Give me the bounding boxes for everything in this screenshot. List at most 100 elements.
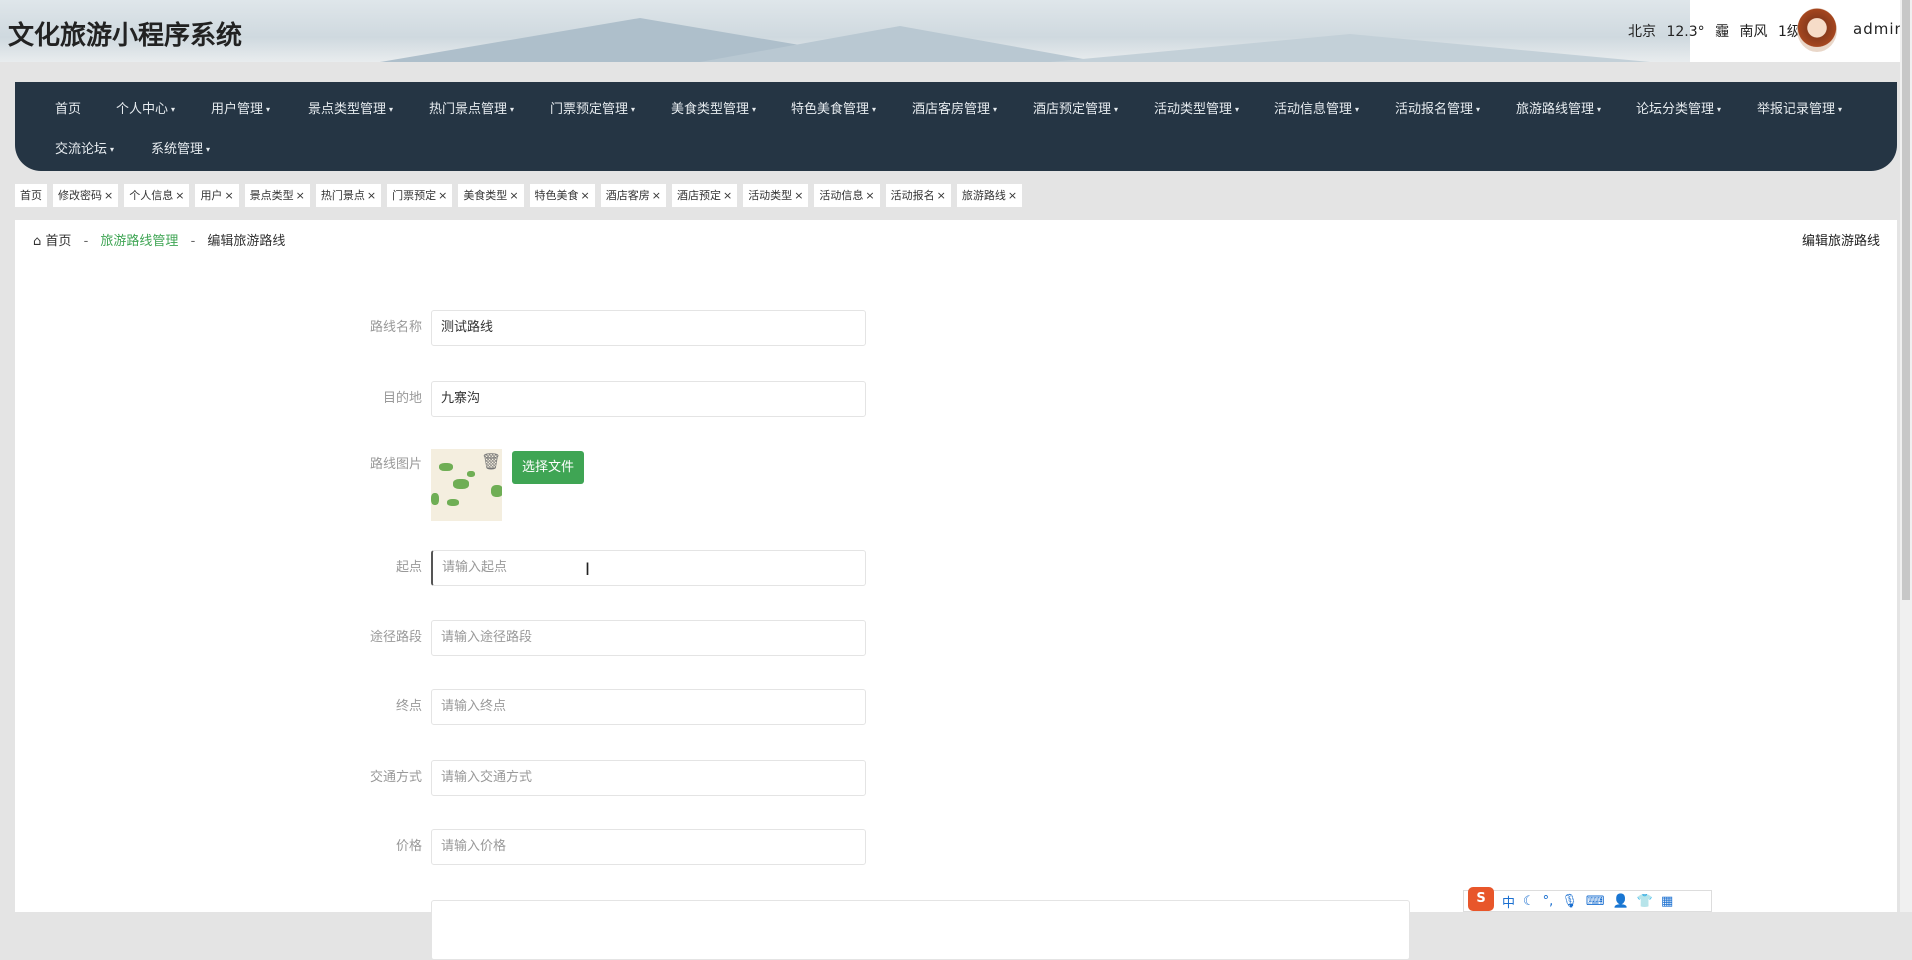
trash-icon[interactable]: 🗑 bbox=[481, 452, 501, 471]
tag-label: 活动信息 bbox=[819, 189, 864, 202]
scrollbar[interactable] bbox=[1900, 0, 1912, 912]
tab-tag[interactable]: 门票预定 × bbox=[387, 184, 453, 207]
apps-icon[interactable]: ▦ bbox=[1661, 894, 1673, 909]
nav-item[interactable]: 论坛分类管理 ▾ bbox=[1636, 98, 1721, 117]
app-title: 文化旅游小程序系统 bbox=[8, 21, 243, 51]
tag-label: 景点类型 bbox=[249, 189, 294, 202]
tab-tag[interactable]: 酒店预定 × bbox=[671, 184, 738, 207]
start-input[interactable]: 请输入起点 bbox=[431, 550, 866, 586]
nav-item-label: 特色美食管理 bbox=[791, 102, 870, 117]
nav-item[interactable]: 活动信息管理 ▾ bbox=[1274, 98, 1359, 117]
caret-down-icon: ▾ bbox=[171, 105, 176, 114]
tab-tag[interactable]: 活动类型 × bbox=[743, 184, 809, 207]
price-label: 价格 bbox=[395, 839, 422, 854]
nav-item[interactable]: 系统管理 ▾ bbox=[151, 138, 210, 157]
scrollbar-thumb[interactable] bbox=[1902, 0, 1910, 600]
weather-temp: 12.3° bbox=[1666, 24, 1705, 40]
nav-item[interactable]: 用户管理 ▾ bbox=[211, 98, 270, 117]
caret-down-icon: ▾ bbox=[1838, 105, 1843, 114]
close-icon[interactable]: × bbox=[865, 189, 874, 202]
nav-item-label: 用户管理 bbox=[211, 102, 264, 117]
tab-tag[interactable]: 特色美食 × bbox=[529, 184, 595, 207]
close-icon[interactable]: × bbox=[509, 189, 518, 202]
nav-item[interactable]: 举报记录管理 ▾ bbox=[1757, 98, 1842, 117]
tag-label: 热门景点 bbox=[320, 189, 365, 202]
nav-item-label: 酒店预定管理 bbox=[1033, 102, 1112, 117]
nav-item-label: 活动报名管理 bbox=[1395, 102, 1474, 117]
tag-label: 酒店预定 bbox=[676, 189, 721, 202]
nav-item[interactable]: 门票预定管理 ▾ bbox=[550, 98, 635, 117]
tab-tag[interactable]: 个人信息 × bbox=[124, 184, 190, 207]
microphone-icon[interactable]: 🎙 bbox=[1561, 894, 1578, 909]
tab-tag[interactable]: 美食类型 × bbox=[458, 184, 524, 207]
close-icon[interactable]: × bbox=[367, 189, 376, 202]
nav-item[interactable]: 活动报名管理 ▾ bbox=[1395, 98, 1480, 117]
nav-item[interactable]: 美食类型管理 ▾ bbox=[671, 98, 756, 117]
image-label: 路线图片 bbox=[369, 457, 422, 472]
close-icon[interactable]: × bbox=[581, 189, 590, 202]
tab-tag[interactable]: 首页 bbox=[15, 184, 47, 207]
weather-wind: 南风 bbox=[1739, 24, 1768, 40]
user-menu[interactable]: admin bbox=[1853, 20, 1900, 38]
price-input[interactable]: 请输入价格 bbox=[431, 829, 866, 865]
ime-logo-icon: S bbox=[1468, 887, 1494, 911]
breadcrumb-sep: - bbox=[190, 234, 196, 249]
tag-label: 活动报名 bbox=[890, 189, 935, 202]
tab-tag[interactable]: 酒店客房 × bbox=[600, 184, 666, 207]
close-icon[interactable]: × bbox=[652, 189, 661, 202]
caret-down-icon: ▾ bbox=[206, 145, 211, 154]
name-label: 路线名称 bbox=[369, 320, 422, 335]
keyboard-icon[interactable]: ⌨ bbox=[1586, 894, 1605, 909]
moon-icon[interactable]: ☾ bbox=[1523, 894, 1535, 909]
destination-input[interactable]: 九寨沟 bbox=[431, 381, 866, 417]
destination-label: 目的地 bbox=[382, 391, 422, 406]
close-icon[interactable]: × bbox=[794, 189, 803, 202]
ime-toolbar: S 中 ☾ °, 🎙 ⌨ 👤 👕 ▦ bbox=[1463, 887, 1712, 912]
tab-tag[interactable]: 热门景点 × bbox=[315, 184, 382, 207]
nav-item[interactable]: 景点类型管理 ▾ bbox=[308, 98, 393, 117]
nav-item[interactable]: 活动类型管理 ▾ bbox=[1154, 98, 1239, 117]
start-label: 起点 bbox=[395, 560, 422, 575]
end-input[interactable]: 请输入终点 bbox=[431, 689, 866, 725]
route-name-input[interactable]: 测试路线 bbox=[431, 310, 866, 346]
tab-tag[interactable]: 用户 × bbox=[195, 184, 239, 207]
nav-item[interactable]: 个人中心 ▾ bbox=[116, 98, 175, 117]
close-icon[interactable]: × bbox=[438, 189, 447, 202]
caret-down-icon: ▾ bbox=[389, 105, 394, 114]
avatar[interactable] bbox=[1797, 8, 1837, 52]
nav-item[interactable]: 首页 bbox=[55, 98, 81, 117]
close-icon[interactable]: × bbox=[1008, 189, 1017, 202]
close-icon[interactable]: × bbox=[937, 189, 946, 202]
close-icon[interactable]: × bbox=[175, 189, 184, 202]
nav-item[interactable]: 旅游路线管理 ▾ bbox=[1516, 98, 1601, 117]
tag-label: 修改密码 bbox=[58, 189, 102, 202]
nav-item[interactable]: 酒店客房管理 ▾ bbox=[912, 98, 997, 117]
tab-tag[interactable]: 活动报名 × bbox=[885, 184, 951, 207]
via-input[interactable]: 请输入途径路段 bbox=[431, 620, 866, 656]
caret-down-icon: ▾ bbox=[1235, 105, 1240, 114]
close-icon[interactable]: × bbox=[224, 189, 233, 202]
close-icon[interactable]: × bbox=[296, 189, 305, 202]
punctuation-icon[interactable]: °, bbox=[1543, 894, 1554, 909]
nav-item-label: 景点类型管理 bbox=[308, 102, 387, 117]
breadcrumb-home[interactable]: 首页 bbox=[45, 234, 71, 249]
breadcrumb-section[interactable]: 旅游路线管理 bbox=[100, 234, 178, 249]
tab-tag[interactable]: 修改密码 × bbox=[53, 184, 119, 207]
rich-text-editor[interactable] bbox=[431, 900, 1410, 960]
nav-item[interactable]: 特色美食管理 ▾ bbox=[791, 98, 876, 117]
skin-icon[interactable]: 👕 bbox=[1637, 894, 1653, 909]
nav-item-label: 系统管理 bbox=[151, 142, 204, 157]
close-icon[interactable]: × bbox=[104, 189, 113, 202]
caret-down-icon: ▾ bbox=[1476, 105, 1481, 114]
nav-item[interactable]: 交流论坛 ▾ bbox=[55, 138, 114, 157]
nav-item[interactable]: 酒店预定管理 ▾ bbox=[1033, 98, 1118, 117]
close-icon[interactable]: × bbox=[723, 189, 732, 202]
tab-tag[interactable]: 景点类型 × bbox=[244, 184, 310, 207]
tab-tag[interactable]: 旅游路线 × bbox=[956, 184, 1023, 207]
ime-mode[interactable]: 中 bbox=[1502, 892, 1515, 911]
choose-file-button[interactable]: 选择文件 bbox=[512, 451, 584, 484]
transport-input[interactable]: 请输入交通方式 bbox=[431, 760, 866, 796]
user-icon[interactable]: 👤 bbox=[1613, 894, 1629, 909]
nav-item[interactable]: 热门景点管理 ▾ bbox=[429, 98, 514, 117]
tab-tag[interactable]: 活动信息 × bbox=[814, 184, 880, 207]
